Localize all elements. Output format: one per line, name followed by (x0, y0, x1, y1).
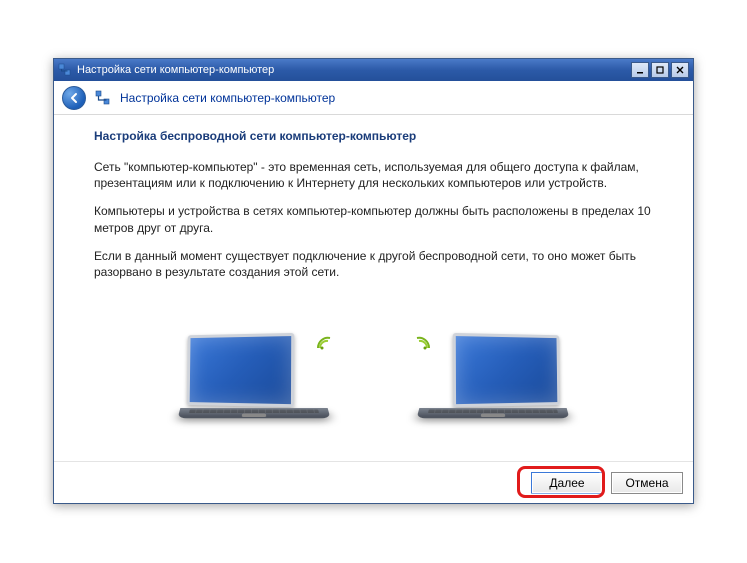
paragraph-2: Компьютеры и устройства в сетях компьюте… (94, 203, 653, 235)
paragraph-3: Если в данный момент существует подключе… (94, 248, 653, 280)
laptop-left-icon (174, 334, 334, 422)
close-button[interactable] (671, 62, 689, 78)
minimize-button[interactable] (631, 62, 649, 78)
next-button[interactable]: Далее (531, 472, 603, 494)
content-area: Настройка беспроводной сети компьютер-ко… (54, 115, 693, 461)
laptop-right-icon (413, 334, 573, 422)
window-title: Настройка сети компьютер-компьютер (77, 64, 631, 76)
maximize-button[interactable] (651, 62, 669, 78)
cancel-button[interactable]: Отмена (611, 472, 683, 494)
app-icon (58, 63, 72, 77)
titlebar[interactable]: Настройка сети компьютер-компьютер (54, 59, 693, 81)
window-controls (631, 62, 689, 78)
header-strip: Настройка сети компьютер-компьютер (54, 81, 693, 115)
breadcrumb: Настройка сети компьютер-компьютер (120, 91, 335, 105)
illustration (94, 292, 653, 422)
back-button[interactable] (62, 86, 86, 110)
network-icon (94, 89, 112, 107)
wizard-window: Настройка сети компьютер-компьютер (53, 58, 694, 504)
paragraph-1: Сеть "компьютер-компьютер" - это временн… (94, 159, 653, 191)
page-title: Настройка беспроводной сети компьютер-ко… (94, 129, 653, 143)
footer-buttons: Далее Отмена (54, 461, 693, 503)
